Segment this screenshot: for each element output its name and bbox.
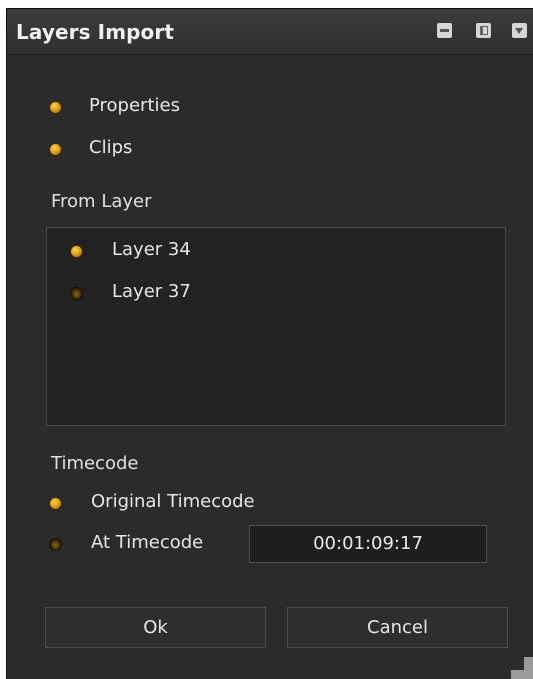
clips-label: Clips	[89, 137, 133, 158]
layers-import-panel: Layers Import Properties Clips From Laye…	[6, 8, 533, 679]
resize-grip-icon[interactable]	[511, 657, 533, 679]
layer-37-label: Layer 37	[112, 281, 191, 302]
timecode-input[interactable]: 00:01:09:17	[249, 525, 487, 563]
properties-checkbox[interactable]	[49, 101, 62, 114]
from-layer-heading: From Layer	[51, 191, 152, 212]
layer-34-radio[interactable]	[70, 245, 83, 258]
ok-button[interactable]: Ok	[45, 607, 266, 648]
window-title: Layers Import	[16, 20, 175, 44]
layer-list[interactable]: Layer 34 Layer 37	[46, 227, 506, 426]
at-timecode-radio[interactable]	[49, 538, 62, 551]
properties-label: Properties	[89, 95, 180, 116]
panel-menu-icon[interactable]	[512, 23, 527, 38]
maximize-icon[interactable]	[476, 23, 491, 38]
layer-37-radio[interactable]	[70, 287, 83, 300]
clips-checkbox[interactable]	[49, 143, 62, 156]
original-timecode-label: Original Timecode	[91, 491, 255, 512]
layer-item-37[interactable]: Layer 37	[47, 280, 505, 308]
layer-34-label: Layer 34	[112, 239, 191, 260]
original-timecode-radio[interactable]	[49, 497, 62, 510]
minimize-icon[interactable]	[437, 23, 452, 38]
at-timecode-label: At Timecode	[91, 532, 204, 553]
title-bar[interactable]: Layers Import	[7, 9, 533, 55]
timecode-heading: Timecode	[51, 453, 139, 474]
cancel-button[interactable]: Cancel	[287, 607, 508, 648]
layer-item-34[interactable]: Layer 34	[47, 238, 505, 266]
